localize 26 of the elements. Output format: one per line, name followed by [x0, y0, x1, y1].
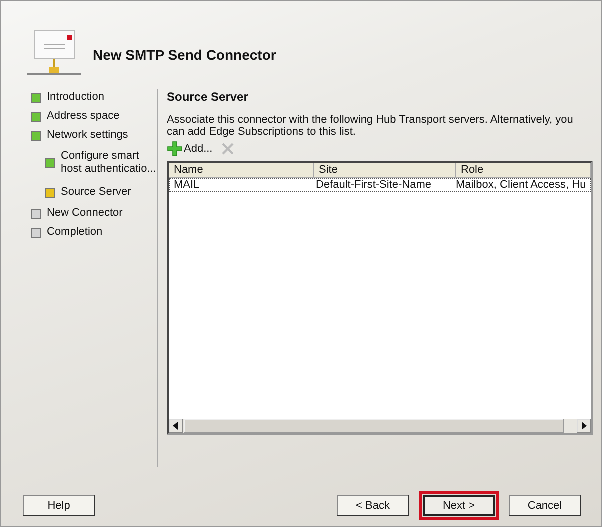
table-row[interactable]: MAIL Default-First-Site-Name Mailbox, Client Access, Hu: [169, 178, 592, 192]
wizard-step: Network settings: [47, 129, 145, 142]
scroll-right-icon: [581, 422, 588, 430]
horizontal-scrollbar[interactable]: [169, 419, 592, 433]
wizard-title: New SMTP Send Connector: [93, 47, 276, 63]
wizard-step: New Connector: [47, 207, 145, 220]
wizard-button[interactable]: Help: [23, 495, 95, 516]
column-header[interactable]: Role: [456, 163, 592, 178]
table-cell-text: MAIL: [173, 179, 201, 191]
description-text: Associate this connector with the following Hub Transport servers. Alternatively, you can add Edge Subscriptions to this list.: [167, 114, 574, 138]
table-cell-text: Default-First-Site-Name: [315, 179, 433, 191]
plus-icon: [167, 141, 183, 157]
wizard-step: Completion: [47, 226, 145, 239]
close-icon: [220, 142, 235, 156]
wizard-button[interactable]: Cancel: [509, 495, 581, 516]
table-cell-text: Mailbox, Client Access, Hu: [455, 179, 588, 191]
column-header[interactable]: Name: [169, 163, 314, 178]
wizard-step: Source Server: [61, 186, 157, 199]
wizard-button[interactable]: < Back: [337, 495, 409, 516]
wizard-step: Introduction: [47, 91, 145, 104]
wizard-step: Configure smart host authenticatio...: [61, 150, 157, 176]
page-heading: Source Server: [167, 90, 250, 104]
wizard-step: Address space: [47, 110, 145, 123]
add-button[interactable]: Add...: [167, 141, 213, 157]
scroll-left-icon: [173, 422, 179, 430]
column-header[interactable]: Site: [314, 163, 456, 178]
